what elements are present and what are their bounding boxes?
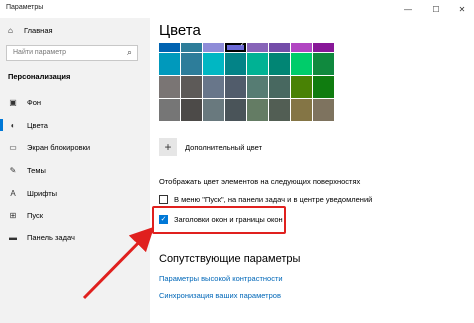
annotation-arrow	[82, 226, 155, 300]
